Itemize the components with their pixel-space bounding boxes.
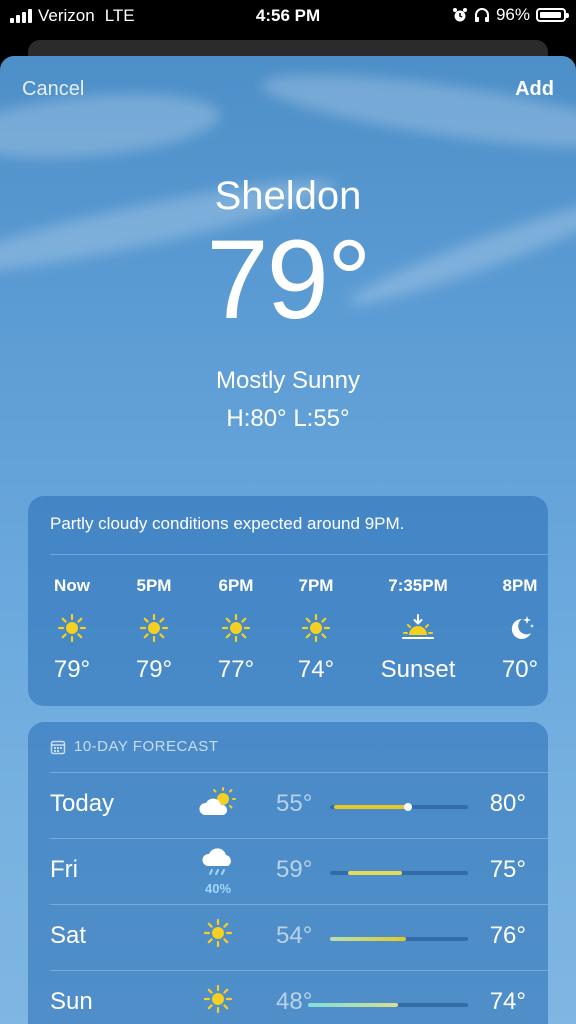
partly-cloudy-icon <box>199 787 236 815</box>
hour-temp: 74° <box>297 656 335 683</box>
sun-icon <box>139 613 169 643</box>
hour-temp: 79° <box>53 656 91 683</box>
day-low: 48° <box>276 988 313 1015</box>
temp-range-track <box>330 871 468 875</box>
temp-range-track <box>308 1003 468 1007</box>
day-name: Fri <box>50 856 78 883</box>
temp-range-bar <box>334 805 410 809</box>
current-temperature: 79° <box>206 217 371 342</box>
day-high: 80° <box>489 790 526 817</box>
hour-temp: 79° <box>135 656 173 683</box>
temp-range-track <box>330 937 468 941</box>
temp-range-bar <box>348 871 402 875</box>
battery-percent: 96% <box>495 5 530 24</box>
precip-chance: 40% <box>204 881 232 896</box>
current-condition: Mostly Sunny <box>215 367 361 394</box>
current-temp-marker <box>404 803 412 811</box>
hour-item: 6PM 77° <box>194 576 278 684</box>
ten-day-header: 10-DAY FORECAST <box>50 738 218 755</box>
hour-time: 8PM <box>502 576 538 595</box>
hourly-forecast-card[interactable]: Partly cloudy conditions expected around… <box>28 496 548 706</box>
cancel-button[interactable]: Cancel <box>22 78 84 101</box>
calendar-icon <box>50 740 66 754</box>
hour-time: 5PM <box>136 576 172 595</box>
day-name: Sat <box>50 922 87 949</box>
weather-sheet: Cancel Add Sheldon 79° Mostly Sunny H:80… <box>0 56 576 1024</box>
hour-item: 7:35PM Sunset <box>368 576 468 684</box>
hour-time: 7:35PM <box>388 576 448 595</box>
sunset-label: Sunset <box>380 656 456 683</box>
forecast-summary: Partly cloudy conditions expected around… <box>50 514 405 533</box>
day-row[interactable]: Sat 54° 76° <box>28 904 548 970</box>
hour-item: 8PM 70° <box>478 576 562 684</box>
hour-temp: 77° <box>217 656 255 683</box>
day-high: 74° <box>489 988 526 1015</box>
day-low: 54° <box>276 922 313 949</box>
sunset-icon <box>402 614 434 639</box>
cloud-streak <box>258 59 576 163</box>
divider <box>50 554 548 555</box>
hour-item: 7PM 74° <box>274 576 358 684</box>
day-row[interactable]: Sun 48° 74° <box>28 970 548 1024</box>
day-name: Today <box>50 790 115 817</box>
moon-stars-icon <box>511 616 534 639</box>
hour-item: 5PM 79° <box>112 576 196 684</box>
hour-temp: 70° <box>501 656 539 683</box>
city-name: Sheldon <box>214 174 362 218</box>
add-button[interactable]: Add <box>515 78 554 101</box>
day-low: 55° <box>276 790 313 817</box>
hour-time: 7PM <box>298 576 334 595</box>
day-row[interactable]: Fri 40% 59° 75° <box>28 838 548 904</box>
battery-icon <box>536 8 569 22</box>
hour-time: Now <box>54 576 90 595</box>
sun-icon <box>203 918 233 948</box>
temp-range-bar <box>308 1003 398 1007</box>
temp-range-bar <box>330 937 406 941</box>
day-high: 75° <box>489 856 526 883</box>
ten-day-title: 10-DAY FORECAST <box>74 738 219 755</box>
temp-range-track <box>330 803 468 811</box>
ten-day-forecast-card[interactable]: 10-DAY FORECAST Today 55° 80° Fri 40% 59… <box>28 722 548 1024</box>
status-right: 96% <box>452 5 569 25</box>
headphones-icon <box>474 8 489 22</box>
high-low: H:80° L:55° <box>226 405 350 432</box>
sun-icon <box>301 613 331 643</box>
sun-icon <box>221 613 251 643</box>
day-low: 59° <box>276 856 313 883</box>
hour-item: Now 79° <box>30 576 114 684</box>
day-row[interactable]: Today 55° 80° <box>28 772 548 838</box>
sun-icon <box>57 613 87 643</box>
alarm-icon <box>452 8 467 22</box>
day-name: Sun <box>50 988 93 1015</box>
hour-time: 6PM <box>218 576 254 595</box>
sun-icon <box>203 984 233 1014</box>
rain-cloud-icon <box>202 848 231 875</box>
day-high: 76° <box>489 922 526 949</box>
status-bar: Verizon LTE 4:56 PM 96% <box>0 0 576 34</box>
